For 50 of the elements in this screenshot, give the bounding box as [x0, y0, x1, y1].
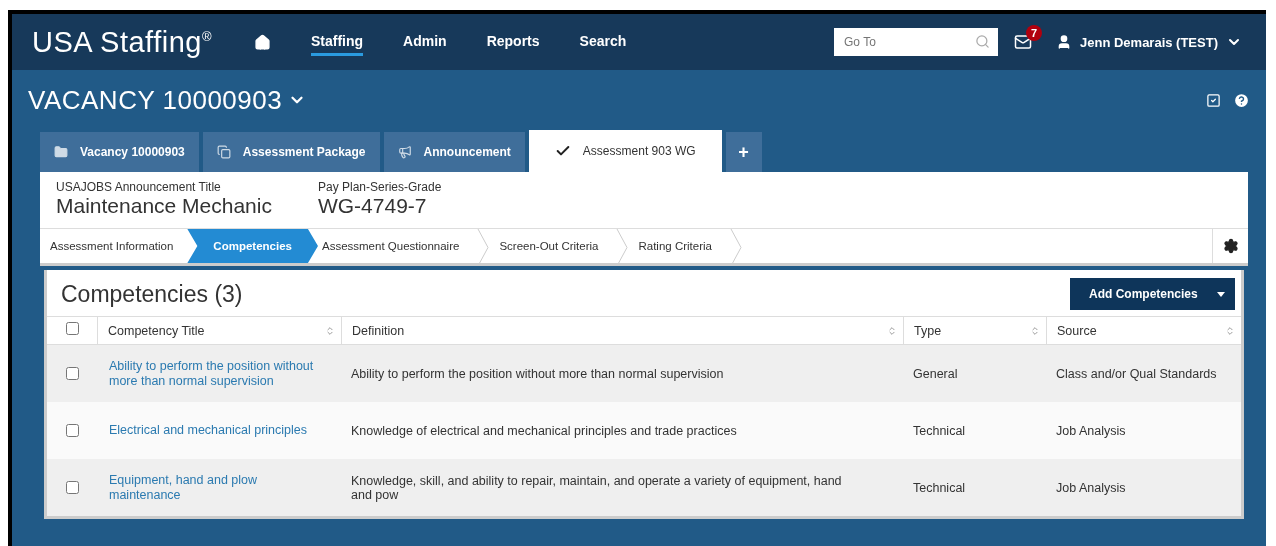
sort-icon: [887, 325, 897, 336]
source-cell: Job Analysis: [1056, 423, 1126, 438]
tab[interactable]: Assessment Package: [202, 132, 380, 172]
nav-link[interactable]: Staffing: [311, 28, 364, 56]
goto-field[interactable]: Go To: [834, 28, 998, 56]
settings-icon: [1222, 238, 1239, 254]
nav-link[interactable]: Reports: [486, 28, 540, 56]
folder-icon: [54, 145, 68, 159]
row-checkbox[interactable]: [65, 367, 79, 380]
field-value: Maintenance Mechanic: [56, 194, 272, 218]
logo[interactable]: USA Staffing$^{®}$: [32, 25, 212, 59]
source-cell: Class and/or Qual Standards: [1056, 366, 1217, 381]
row-checkbox[interactable]: [65, 481, 79, 494]
checklist-icon[interactable]: [1206, 92, 1221, 108]
nav-link[interactable]: Search: [579, 28, 627, 56]
home-icon[interactable]: [254, 33, 271, 51]
tab[interactable]: Vacancy 10000903: [40, 132, 199, 172]
mail-icon[interactable]: [1014, 33, 1032, 51]
add-tab-button[interactable]: +: [725, 132, 762, 172]
sort-icon: [1030, 325, 1040, 336]
type-cell: General: [913, 366, 958, 381]
user-icon: [1056, 34, 1072, 50]
sort-icon: [325, 325, 335, 336]
field-value: WG-4749-7: [317, 194, 428, 218]
type-cell: Technical: [913, 480, 966, 495]
tab[interactable]: Assessment 903 WG: [528, 130, 722, 172]
section-title: Competencies (3): [61, 280, 243, 308]
add-competencies-button[interactable]: Add Competencies: [1070, 278, 1235, 310]
type-cell: Technical: [913, 423, 966, 438]
definition-cell-text: Knowledge, skill, and ability to repair, maintain, and operate a variety of equipment, hand and pow: [351, 473, 843, 502]
definition-cell: Knowledge of electrical and mechanical principles and trade practices: [351, 423, 737, 438]
nav-link[interactable]: Admin: [403, 28, 447, 56]
definition-cell: Ability to perform the position without more than normal supervision: [351, 366, 724, 381]
vacancy-title[interactable]: VACANCY 10000903: [28, 84, 307, 116]
field-label: USAJOBS Announcement Title: [56, 180, 222, 194]
select-all-checkbox[interactable]: [65, 322, 79, 335]
sort-icon: [1225, 325, 1235, 336]
help-icon[interactable]: [1233, 91, 1250, 109]
step-tab[interactable]: Competencies: [187, 229, 318, 263]
row-checkbox[interactable]: [65, 424, 79, 437]
step-tab[interactable]: Rating Criteria: [628, 229, 730, 263]
user-menu[interactable]: Jenn Demarais (TEST): [1050, 33, 1248, 51]
field-label: Pay Plan-Series-Grade: [317, 180, 442, 194]
megaphone-icon: [397, 145, 412, 159]
mail-count-badge: 7: [1026, 25, 1042, 41]
tab[interactable]: Announcement: [383, 132, 525, 172]
source-cell: Job Analysis: [1056, 480, 1126, 495]
copy-icon: [216, 145, 231, 159]
caret-icon: [1217, 291, 1225, 297]
step-tab[interactable]: Screen-Out Criteria: [489, 229, 617, 263]
